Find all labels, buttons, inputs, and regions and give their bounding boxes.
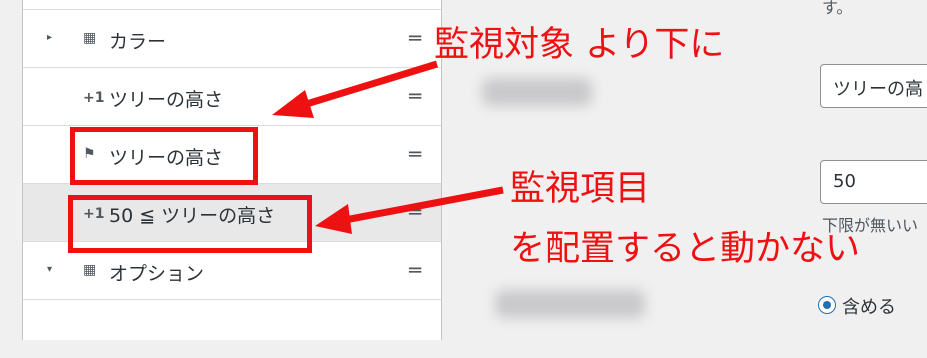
include-radio-label: 含める bbox=[842, 297, 896, 318]
drag-handle-icon[interactable]: ═ bbox=[409, 258, 421, 282]
list-row-top bbox=[23, 0, 441, 10]
helper-text: 下限が無いい bbox=[822, 216, 919, 235]
annotation-below-watch-target: 監視対象 より下に bbox=[434, 25, 725, 65]
list-item-label: オプション bbox=[109, 263, 205, 285]
attribute-select[interactable]: ツリーの高 bbox=[820, 64, 927, 108]
group-block-icon: ▦ bbox=[83, 262, 97, 278]
expand-caret-icon[interactable]: ▸ bbox=[47, 32, 52, 43]
min-value-input[interactable]: 50 bbox=[820, 160, 927, 204]
list-item-label: カラー bbox=[109, 31, 167, 53]
annotation-watch-item: 監視項目 bbox=[510, 169, 651, 209]
highlight-box-watch-target bbox=[70, 127, 258, 185]
list-item-label: ツリーの高さ bbox=[109, 89, 224, 111]
highlight-box-watch-item bbox=[68, 195, 312, 253]
drag-handle-icon[interactable]: ═ bbox=[409, 26, 421, 50]
drag-handle-icon[interactable]: ═ bbox=[409, 84, 421, 108]
drag-handle-icon[interactable]: ═ bbox=[409, 200, 421, 224]
collapse-caret-icon[interactable]: ▾ bbox=[47, 264, 52, 275]
list-row-bottom bbox=[23, 300, 441, 358]
group-block-icon: ▦ bbox=[83, 30, 97, 46]
include-radio[interactable] bbox=[818, 296, 836, 314]
drag-handle-icon[interactable]: ═ bbox=[409, 142, 421, 166]
list-item-tree-height-counter[interactable]: +1 ツリーの高さ ═ bbox=[23, 68, 441, 126]
truncated-description: す。 bbox=[822, 0, 853, 17]
annotation-not-working: を配置すると動かない bbox=[510, 229, 861, 269]
plus-one-icon: +1 bbox=[83, 90, 105, 106]
blurred-label bbox=[495, 290, 645, 318]
list-item-color[interactable]: ▸ ▦ カラー ═ bbox=[23, 10, 441, 68]
blurred-label bbox=[482, 78, 592, 106]
